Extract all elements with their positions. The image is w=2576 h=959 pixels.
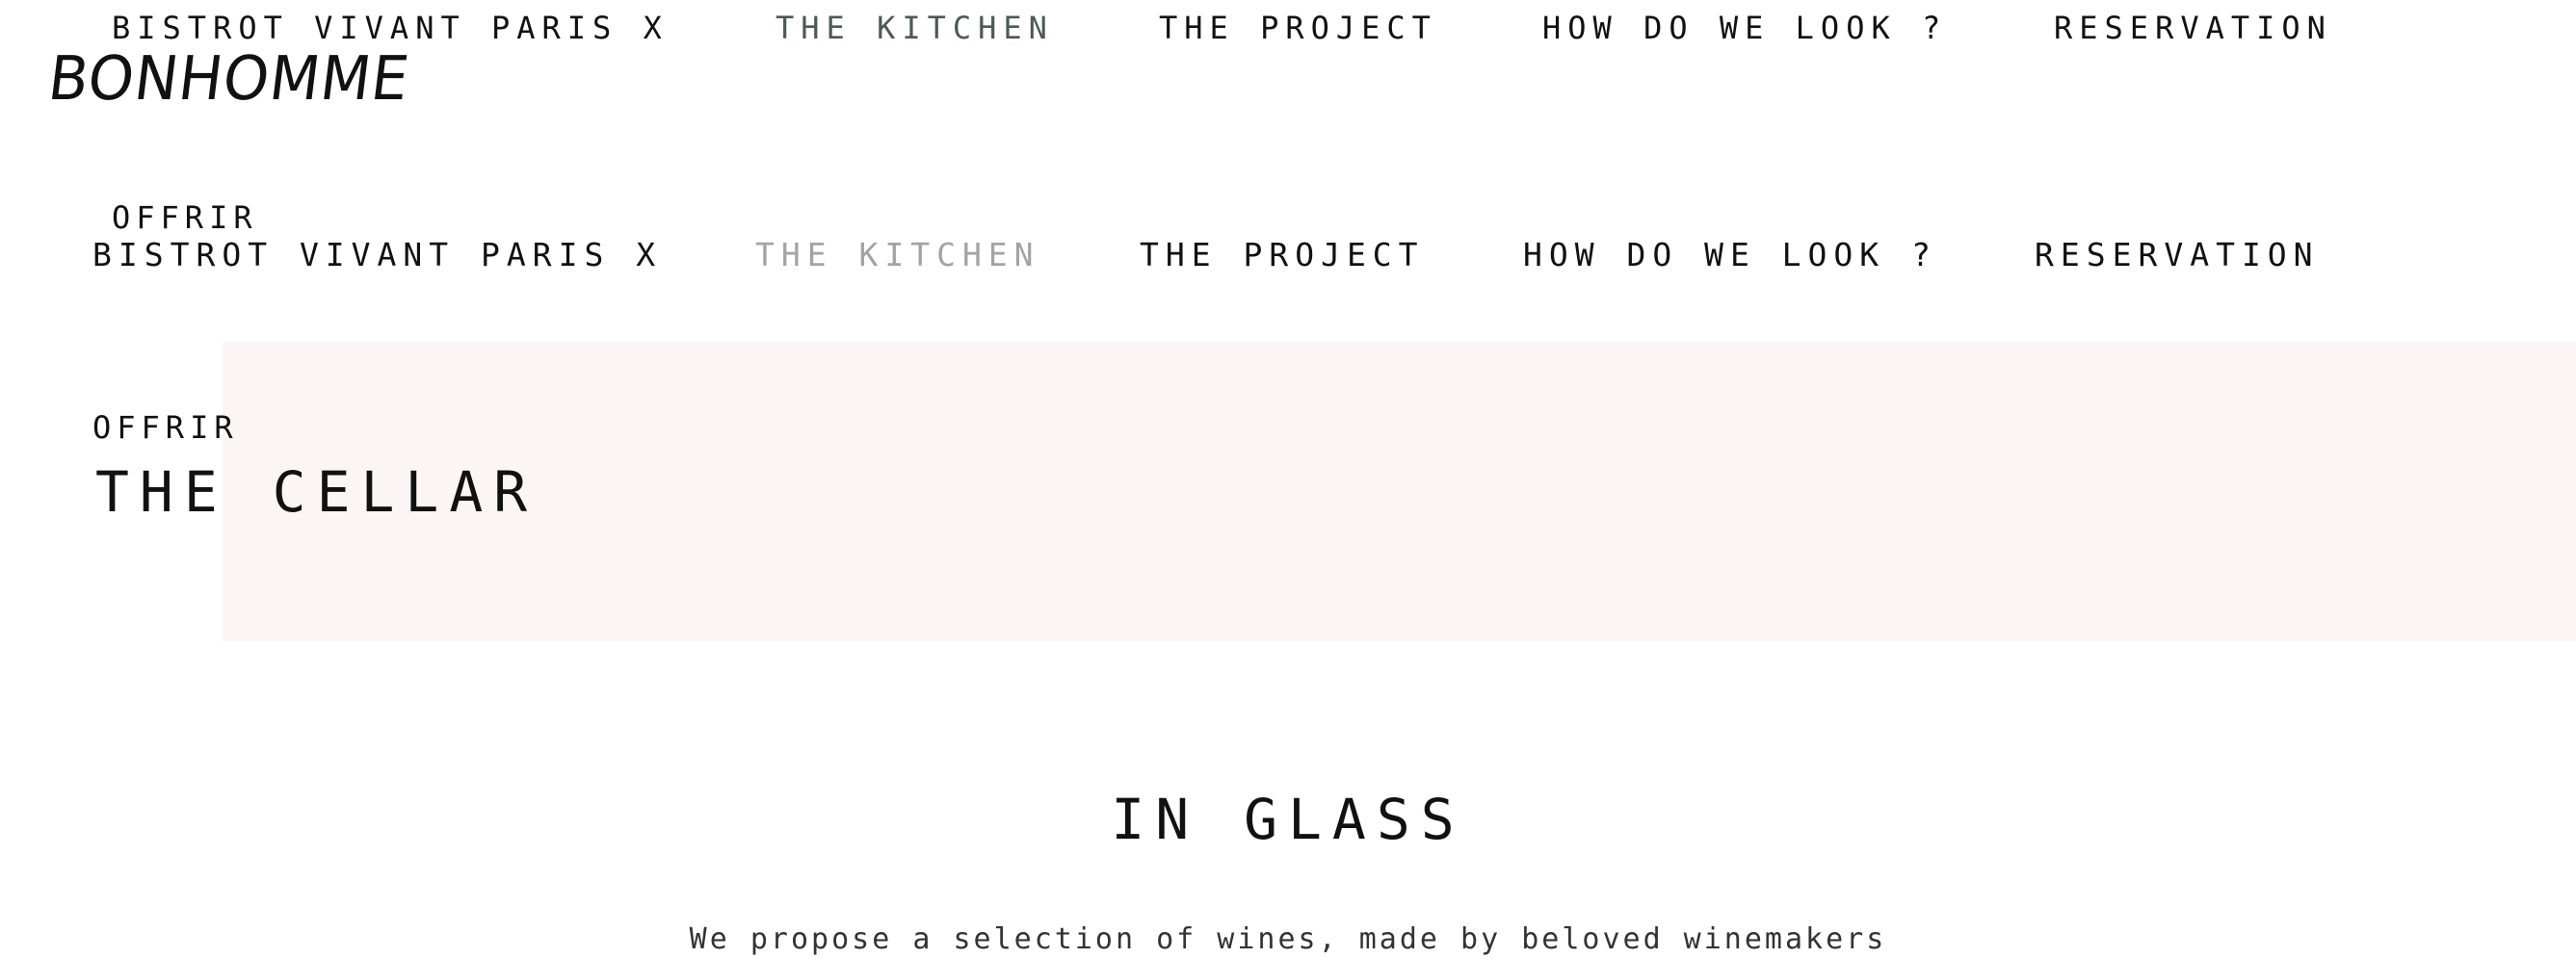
secondary-nav-link-how-do-we-look[interactable]: HOW DO WE LOOK ? xyxy=(1523,235,1937,275)
secondary-nav-link-bistrot-vivant-paris[interactable]: BISTROT VIVANT PARIS X xyxy=(92,235,662,275)
nav-link-how-do-we-look[interactable]: HOW DO WE LOOK ? xyxy=(1542,9,1947,47)
nav-link-the-kitchen[interactable]: THE KITCHEN xyxy=(775,9,1054,47)
nav-link-reservation[interactable]: RESERVATION xyxy=(2054,9,2332,47)
offrir-link[interactable]: OFFRIR xyxy=(112,198,258,237)
page-title: THE CELLAR xyxy=(95,459,539,525)
secondary-offrir-link[interactable]: OFFRIR xyxy=(92,408,239,447)
nav-link-bistrot-vivant-paris[interactable]: BISTROT VIVANT PARIS X xyxy=(112,9,669,47)
section-description: We propose a selection of wines, made by… xyxy=(689,922,1887,956)
secondary-nav-link-the-kitchen[interactable]: THE KITCHEN xyxy=(755,235,1040,275)
secondary-nav-link-the-project[interactable]: THE PROJECT xyxy=(1140,235,1425,275)
brand-logo[interactable]: BONHOMME xyxy=(44,42,413,116)
secondary-nav-link-reservation[interactable]: RESERVATION xyxy=(2035,235,2320,275)
nav-link-the-project[interactable]: THE PROJECT xyxy=(1159,9,1437,47)
hero-background-band xyxy=(223,342,2576,641)
section-title: IN GLASS xyxy=(1111,787,1465,852)
